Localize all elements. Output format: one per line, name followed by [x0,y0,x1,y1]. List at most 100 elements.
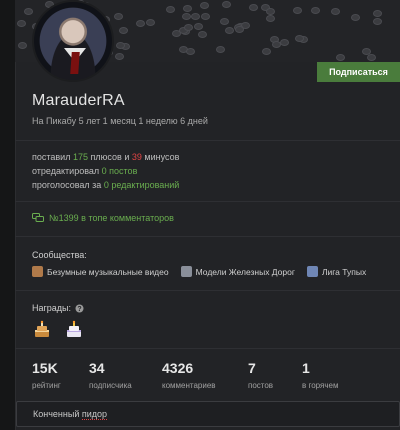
and-word: и [124,152,130,162]
cover-pattern-dot [17,20,26,27]
stat-label: постов [248,381,274,390]
cover-pattern-dot [183,5,192,12]
cover-pattern-dot [280,39,289,46]
cover-pattern-dot [216,46,225,53]
edited-prefix: отредактировал [32,166,100,176]
stat-posts[interactable]: 7 постов [248,360,273,390]
cover-pattern-dot [311,7,320,14]
cover-pattern-dot [225,27,234,34]
cake-award-icon[interactable] [32,320,52,340]
cover-pattern-dot [182,13,191,20]
cover-pattern-dot [222,1,231,8]
voted-prefix: проголосовал за [32,180,102,190]
community-avatar-icon [32,266,43,277]
divider [15,140,400,141]
profile-stats: 15K рейтинг 34 подписчика 4326 комментар… [32,360,392,394]
stat-comments[interactable]: 4326 комментариев [162,360,216,390]
cover-pattern-dot [235,26,244,33]
plus-count: 175 [72,152,89,162]
cover-pattern-dot [351,14,360,21]
cover-pattern-dot [24,8,33,15]
community-label[interactable]: Безумные музыкальные видео [47,267,169,277]
cover-pattern-dot [191,13,200,20]
cover-pattern-dot [184,24,193,31]
cover-pattern-dot [266,15,275,22]
stat-label: комментариев [162,381,216,390]
cover-pattern-dot [367,54,376,61]
communities-list: Безумные музыкальные видео Модели Железн… [32,266,366,277]
avatar-tie [70,52,80,74]
edited-count: 0 постов [101,166,138,176]
voted-count: 0 редактирований [103,180,180,190]
divider [15,236,400,237]
voted-line: проголосовал за 0 редактирований [32,180,179,190]
plus-word: плюсов [90,152,122,162]
username: MarauderRA [32,92,125,109]
communities-title: Сообщества: [32,250,87,260]
cover-pattern-dot [186,48,195,55]
member-since: На Пикабу 5 лет 1 месяц 1 неделю 6 дней [32,116,208,126]
divider [15,201,400,202]
edited-line: отредактировал 0 постов [32,166,137,176]
cover-pattern-dot [220,18,229,25]
minus-word: минусов [144,152,180,162]
cover-pattern-dot [116,42,125,49]
cover-pattern-dot [114,13,123,20]
cover-pattern-dot [336,54,345,61]
stat-value: 4326 [162,360,194,376]
stat-value: 34 [89,360,105,376]
community-item[interactable]: Модели Железных Дорог [180,266,295,277]
comment-rank-text[interactable]: №1399 в топе комментаторов [49,213,174,223]
cover-pattern-dot [198,31,207,38]
cover-pattern-dot [18,42,27,49]
comments-icon [32,213,44,222]
cover-pattern-dot [194,23,203,30]
awards-title: Награды: [32,303,72,313]
community-item[interactable]: Безумные музыкальные видео [32,266,169,277]
question-icon[interactable]: ? [75,304,84,313]
cover-pattern-dot [373,18,382,25]
svg-text:?: ? [77,306,81,313]
cover-pattern-dot [362,48,371,55]
comment-rank-link[interactable]: №1399 в топе комментаторов [32,213,174,223]
stat-subscribers[interactable]: 34 подписчика [89,360,132,390]
stat-label: в горячем [302,381,339,390]
cover-pattern-dot [373,10,382,17]
note-text-misspelled: пидор [81,409,108,420]
avatar[interactable] [32,0,114,82]
note-text: Конченный [33,409,82,419]
left-margin [0,0,15,430]
stat-value: 1 [302,360,310,376]
votes-line: поставил 175 плюсов и 39 минусов [32,152,179,162]
stat-value: 7 [248,360,256,376]
cover-pattern-dot [119,27,128,34]
cover-pattern-dot [295,35,304,42]
subscribe-button[interactable]: Подписаться [317,62,400,82]
cover-pattern-dot [266,8,275,15]
stat-rating: 15K рейтинг [32,360,61,390]
cover-pattern-dot [293,7,302,14]
cover-pattern-dot [166,6,175,13]
awards-list [32,320,84,340]
awards-header: Награды: ? [32,303,84,313]
user-note-field[interactable]: Конченный пидор [16,401,400,427]
stat-label: подписчика [89,381,132,390]
divider [15,348,400,349]
cover-pattern-dot [200,2,209,9]
community-item[interactable]: Лига Тупых [306,266,366,277]
stat-label: рейтинг [32,381,61,390]
cover-pattern-dot [146,19,155,26]
community-label[interactable]: Лига Тупых [322,267,366,277]
cover-pattern-dot [249,4,258,11]
cover-pattern-dot [262,48,271,55]
votes-prefix: поставил [32,152,71,162]
community-label[interactable]: Модели Железных Дорог [196,267,295,277]
cover-pattern-dot [115,53,124,60]
community-avatar-icon [306,266,318,277]
stat-value: 15K [32,360,58,376]
stat-hot[interactable]: 1 в горячем [302,360,338,390]
community-avatar-icon [180,266,192,277]
cake-award-icon[interactable] [64,320,84,340]
cover-pattern-dot [136,20,145,27]
divider [15,290,400,291]
